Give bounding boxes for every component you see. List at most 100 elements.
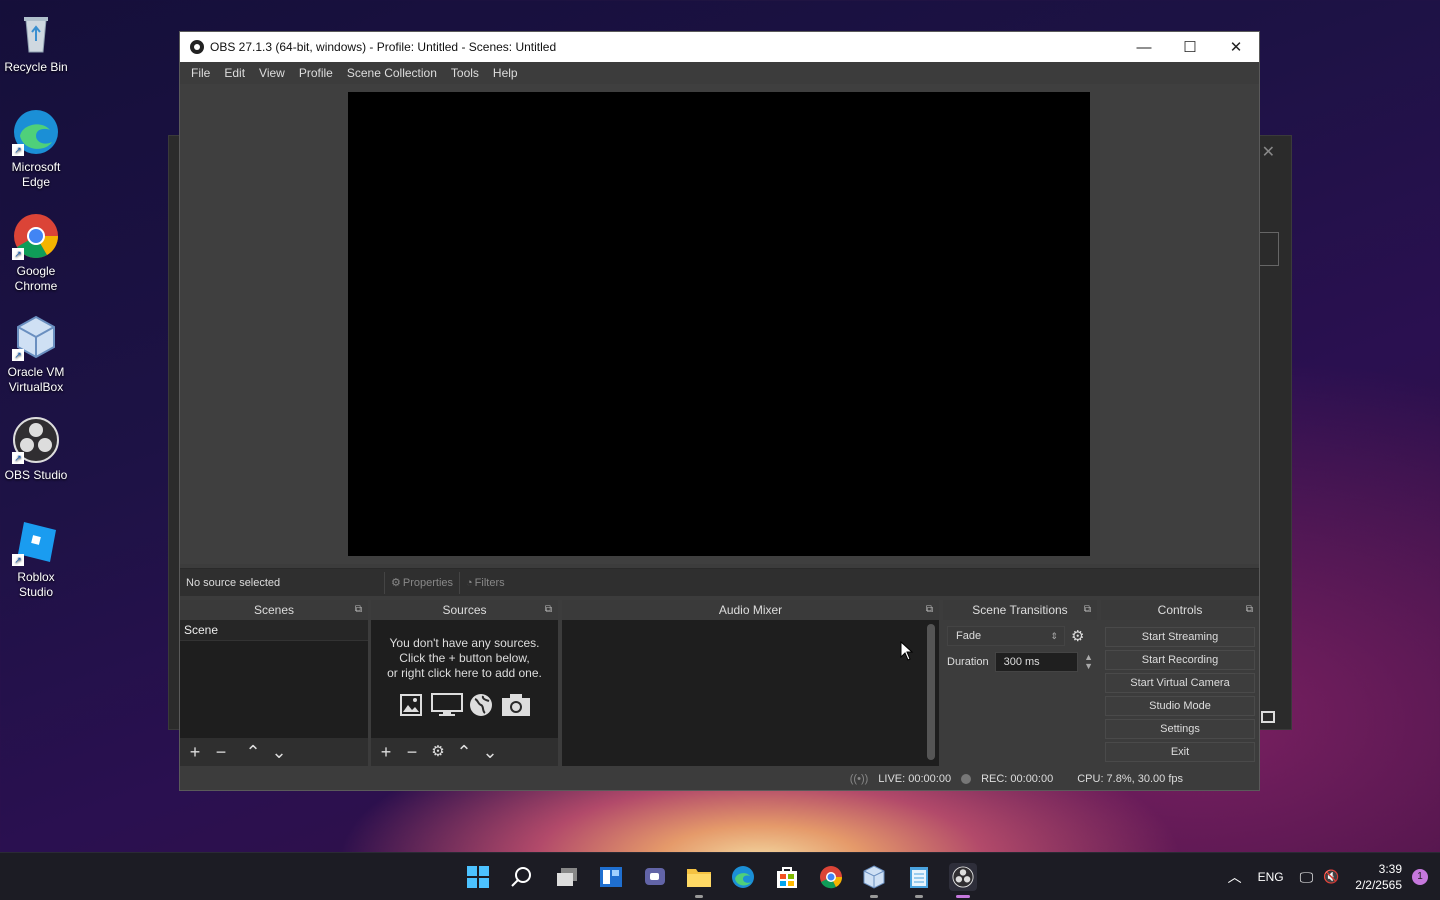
audio-mixer-dock: Audio Mixer ⧉ [562,600,939,766]
desktop-icon-recycle-bin[interactable]: Recycle Bin [2,8,70,75]
menu-tools[interactable]: Tools [444,66,486,80]
virtualbox-icon: ↗ [12,313,60,361]
scrollbar[interactable] [927,624,935,760]
move-up-icon[interactable]: ⌃ [455,738,473,766]
chrome-icon: ↗ [12,212,60,260]
empty-sources-message: You don't have any sources. Click the + … [371,636,558,681]
sources-toolbar: + − ⚙ ⌃ ⌄ [371,738,558,766]
undock-icon[interactable]: ⧉ [1246,600,1253,620]
running-indicator [956,895,970,898]
filters-button[interactable]: ◔ Filters [459,571,511,594]
properties-label: Properties [402,576,454,589]
volume-icon[interactable]: 🔇 [1323,869,1339,885]
menu-bar: File Edit View Profile Scene Collection … [180,62,1259,84]
search-icon[interactable] [508,863,536,891]
menu-view[interactable]: View [252,66,292,80]
controls-dock-header: Controls ⧉ [1101,600,1259,620]
source-properties-gear-icon[interactable]: ⚙ [429,738,447,766]
shortcut-arrow-icon: ↗ [12,349,24,361]
exit-button[interactable]: Exit [1105,742,1255,762]
controls-dock: Controls ⧉ Start Streaming Start Recordi… [1101,600,1259,766]
preview-canvas[interactable] [348,92,1090,556]
notification-badge[interactable]: 1 [1412,869,1428,885]
store-icon[interactable] [773,863,801,891]
transition-settings-gear-icon[interactable]: ⚙ [1071,627,1084,645]
move-up-icon[interactable]: ⌃ [244,738,262,766]
menu-file[interactable]: File [184,66,217,80]
mouse-cursor-icon [900,640,914,664]
undock-icon[interactable]: ⧉ [545,600,552,620]
chrome-icon[interactable] [817,863,845,891]
audio-mixer-dock-header: Audio Mixer ⧉ [562,600,939,620]
properties-button[interactable]: ⚙ Properties [384,571,459,594]
notepad-icon[interactable] [905,863,933,898]
menu-edit[interactable]: Edit [217,66,252,80]
globe-icon [469,693,495,717]
close-button[interactable]: ✕ [1213,32,1259,62]
add-scene-icon[interactable]: + [186,738,204,766]
source-toolbar: No source selected ⚙ Properties ◔ Filter… [180,568,1259,596]
studio-mode-button[interactable]: Studio Mode [1105,696,1255,716]
network-icon[interactable]: 🖵 [1300,869,1314,886]
audio-mixer-body [562,620,939,766]
remove-source-icon[interactable]: − [403,738,421,766]
task-view-icon[interactable] [553,863,581,891]
language-indicator[interactable]: ENG [1258,870,1284,884]
minimize-button[interactable]: — [1121,32,1167,62]
status-bar: ((•)) LIVE: 00:00:00 REC: 00:00:00 CPU: … [180,768,1259,790]
edge-icon: ↗ [12,108,60,156]
empty-sources-line: Click the + button below, [399,651,530,665]
cpu-status: CPU: 7.8%, 30.00 fps [1077,773,1183,785]
clock[interactable]: 3:39 2/2/2565 [1355,861,1402,893]
duration-label: Duration [947,656,989,668]
live-status: LIVE: 00:00:00 [878,773,952,785]
menu-profile[interactable]: Profile [292,66,340,80]
edge-icon[interactable] [729,863,757,891]
chat-icon[interactable] [641,863,669,891]
desktop-icon-roblox-studio[interactable]: ↗ Roblox Studio [2,518,70,600]
undock-icon[interactable]: ⧉ [926,600,933,620]
start-icon[interactable] [464,863,492,891]
menu-help[interactable]: Help [486,66,525,80]
audio-mixer-title: Audio Mixer [718,603,783,617]
start-recording-button[interactable]: Start Recording [1105,650,1255,670]
monitor-icon [430,693,463,717]
add-source-icon[interactable]: + [377,738,395,766]
clock-time: 3:39 [1378,862,1402,876]
undock-icon[interactable]: ⧉ [355,600,362,620]
source-type-icons [371,693,558,717]
maximize-button[interactable]: ☐ [1167,32,1213,62]
file-explorer-icon[interactable] [685,863,713,898]
record-dot-icon [961,774,972,784]
transition-select[interactable]: Fade ⇕ [947,626,1065,646]
desktop-icon-obs[interactable]: ↗ OBS Studio [2,416,70,483]
gear-icon: ⚙ [391,577,401,589]
desktop-icon-chrome[interactable]: ↗ Google Chrome [2,212,70,294]
close-icon[interactable]: ✕ [1262,142,1275,162]
controls-title: Controls [1157,603,1203,617]
undock-icon[interactable]: ⧉ [1084,600,1091,620]
filters-label: Filters [474,576,505,589]
virtualbox-icon[interactable] [860,863,888,898]
chevron-up-icon[interactable]: ︿ [1228,867,1242,887]
widgets-icon[interactable] [597,863,625,891]
start-virtual-camera-button[interactable]: Start Virtual Camera [1105,673,1255,693]
scene-item[interactable]: Scene [180,620,368,641]
remove-scene-icon[interactable]: − [212,738,230,766]
roblox-studio-icon: ↗ [12,518,60,566]
settings-button[interactable]: Settings [1105,719,1255,739]
duration-input[interactable]: 300 ms [994,652,1079,672]
move-down-icon[interactable]: ⌄ [270,738,288,766]
transition-value: Fade [956,630,982,642]
fullscreen-icon[interactable] [1261,711,1275,723]
menu-scene-collection[interactable]: Scene Collection [340,66,444,80]
start-streaming-button[interactable]: Start Streaming [1105,627,1255,647]
move-down-icon[interactable]: ⌄ [481,738,499,766]
obs-icon[interactable] [949,863,977,898]
duration-spinner[interactable]: ▲ ▼ [1084,653,1093,671]
empty-sources-line: or right click here to add one. [387,666,542,680]
sources-list[interactable]: You don't have any sources. Click the + … [371,620,558,738]
taskbar: ︿ ENG 🖵 🔇 3:39 2/2/2565 1 [0,852,1440,900]
desktop-icon-edge[interactable]: ↗ Microsoft Edge [2,108,70,190]
desktop-icon-virtualbox[interactable]: ↗ Oracle VM VirtualBox [2,313,70,395]
